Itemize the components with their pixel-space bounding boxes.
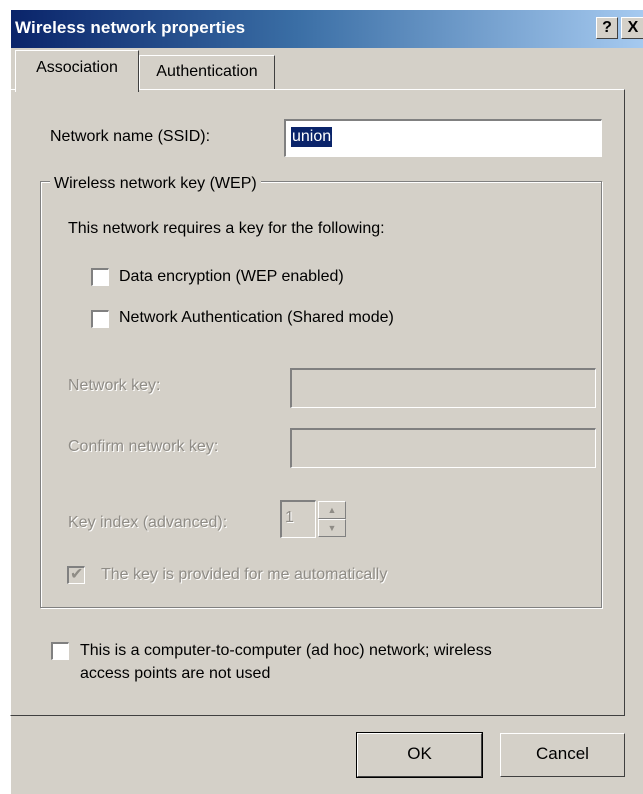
network-authentication-label[interactable]: Network Authentication (Shared mode): [119, 309, 394, 327]
adhoc-label-line1[interactable]: This is a computer-to-computer (ad hoc) …: [80, 642, 492, 660]
ssid-label: Network name (SSID):: [50, 128, 211, 145]
adhoc-checkbox[interactable]: [51, 642, 69, 660]
ok-button[interactable]: OK: [356, 732, 483, 778]
help-button[interactable]: ?: [596, 17, 618, 39]
wep-group-title: Wireless network key (WEP): [50, 174, 261, 194]
ssid-input[interactable]: union: [284, 119, 602, 157]
data-encryption-checkbox[interactable]: [91, 268, 109, 286]
tab-authentication-label: Authentication: [156, 63, 258, 80]
spin-down-button[interactable]: ▼: [318, 519, 346, 537]
confirm-network-key-label: Confirm network key:: [68, 438, 219, 455]
key-index-value: 1: [285, 509, 294, 526]
close-button[interactable]: X: [621, 17, 643, 39]
tab-authentication[interactable]: Authentication: [139, 55, 275, 89]
key-index-input[interactable]: 1: [280, 500, 316, 538]
ssid-value: union: [291, 127, 333, 147]
auto-key-checkbox[interactable]: ✔: [67, 566, 85, 584]
wep-description: This network requires a key for the foll…: [68, 220, 385, 237]
data-encryption-label[interactable]: Data encryption (WEP enabled): [119, 268, 344, 286]
checkmark-icon: ✔: [70, 566, 84, 583]
spin-up-button[interactable]: ▲: [318, 501, 346, 519]
tab-association-label: Association: [36, 59, 118, 76]
window-title: Wireless network properties: [15, 18, 246, 37]
network-key-label: Network key:: [68, 377, 161, 394]
network-authentication-checkbox[interactable]: [91, 310, 109, 328]
key-index-label: Key index (advanced):: [68, 514, 228, 531]
network-key-input[interactable]: [290, 368, 596, 408]
confirm-network-key-input[interactable]: [290, 428, 596, 468]
adhoc-label-line2[interactable]: access points are not used: [80, 665, 270, 683]
tab-association[interactable]: Association: [15, 50, 139, 92]
cancel-button[interactable]: Cancel: [500, 733, 625, 777]
auto-key-label[interactable]: The key is provided for me automatically: [101, 566, 387, 584]
title-bar[interactable]: Wireless network properties ? X: [11, 10, 643, 48]
